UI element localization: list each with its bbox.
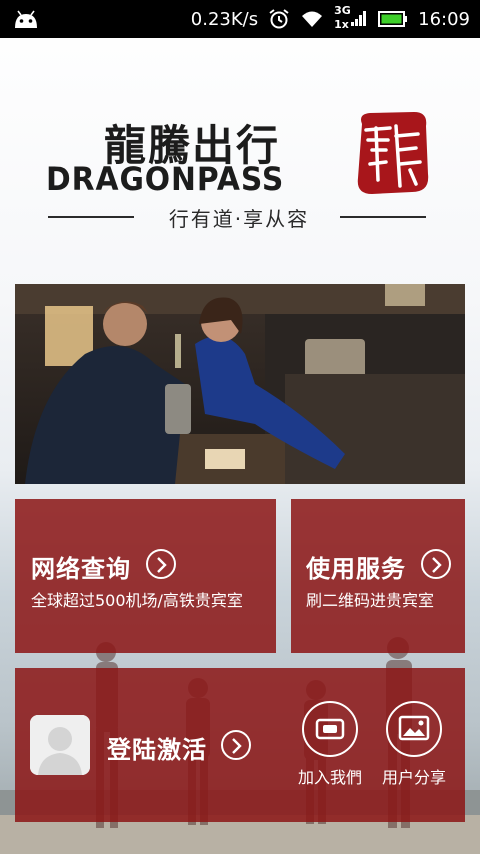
battery-icon <box>378 11 408 27</box>
join-us-label[interactable]: 加入我們 <box>285 764 375 788</box>
lounge-photo <box>15 284 465 484</box>
login-activate-tile: 登陆激活 加入我們 用户分享 <box>15 668 465 822</box>
signal-icon: 3G 1x <box>334 4 368 32</box>
slogan-divider-left <box>48 216 134 218</box>
use-service-title: 使用服务 <box>306 555 406 583</box>
network-search-subtitle: 全球超过500机场/高铁贵宾室 <box>31 591 243 610</box>
login-activate-label[interactable]: 登陆激活 <box>107 730 207 765</box>
wifi-icon <box>302 11 323 27</box>
user-share-label[interactable]: 用户分享 <box>369 764 459 788</box>
network-search-tile[interactable]: 网络查询 全球超过500机场/高铁贵宾室 <box>15 499 276 653</box>
alarm-icon <box>269 9 289 29</box>
status-bar: 0.23K/s 3G 1x 16:09 <box>0 0 480 38</box>
brand-slogan: 行有道·享从容 <box>168 207 310 231</box>
avatar[interactable] <box>30 715 90 775</box>
brand-logo: 龍騰出行 DRAGONPASS 行有道·享从容 <box>44 108 438 238</box>
use-service-tile[interactable]: 使用服务 刷二维码进贵宾室 <box>291 499 465 653</box>
network-speed: 0.23K/s <box>190 8 259 30</box>
chevron-right-icon <box>146 549 176 579</box>
default-avatar-icon <box>30 715 90 775</box>
card-icon <box>315 718 345 740</box>
chevron-right-icon <box>421 549 451 579</box>
dragon-seal-icon <box>357 112 429 194</box>
network-search-title: 网络查询 <box>31 555 131 583</box>
picture-icon <box>398 715 430 741</box>
network-type-bottom: 1x <box>334 18 349 31</box>
join-us-button[interactable] <box>302 701 358 757</box>
lounge-banner-image[interactable] <box>15 284 465 484</box>
android-icon <box>15 10 37 28</box>
brand-name-en: DRAGONPASS <box>46 160 285 198</box>
network-type-top: 3G <box>334 4 351 17</box>
use-service-subtitle: 刷二维码进贵宾室 <box>306 591 435 610</box>
slogan-divider-right <box>340 216 426 218</box>
user-share-button[interactable] <box>386 701 442 757</box>
clock: 16:09 <box>418 8 470 30</box>
chevron-right-icon[interactable] <box>221 730 251 760</box>
slogan-row: 行有道·享从容 <box>48 204 432 231</box>
